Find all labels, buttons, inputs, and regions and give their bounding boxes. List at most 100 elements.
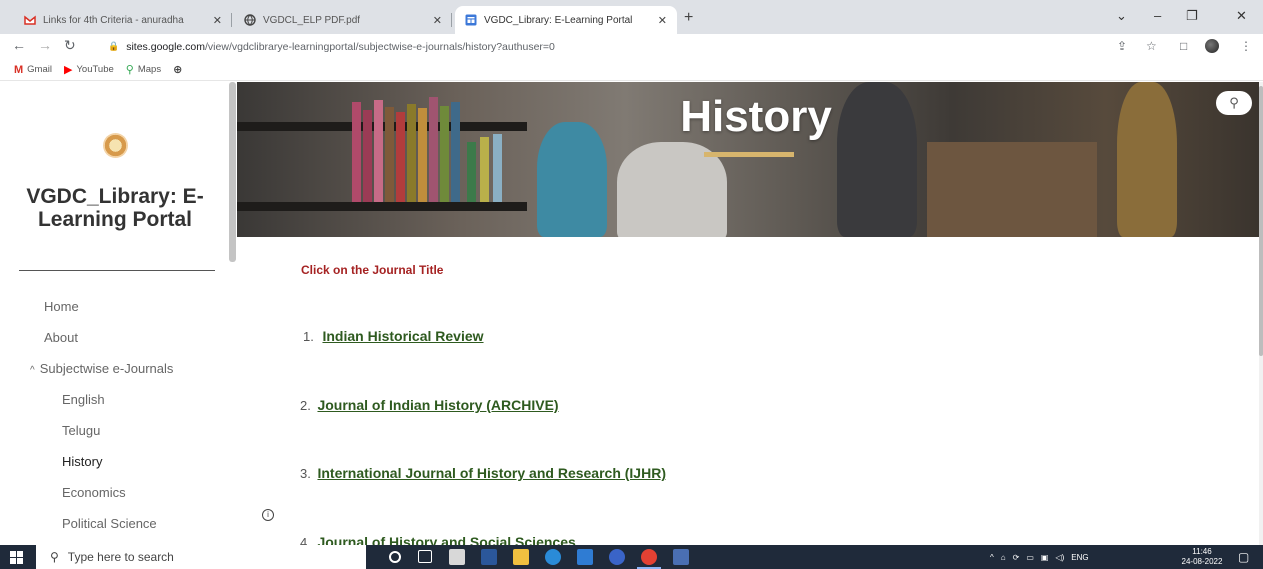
- info-icon[interactable]: i: [262, 509, 274, 521]
- teams-icon[interactable]: [609, 549, 625, 565]
- journal-item: 2. Journal of Indian History (ARCHIVE): [300, 397, 559, 413]
- store-icon[interactable]: [449, 549, 465, 565]
- tab-gmail[interactable]: Links for 4th Criteria - anuradha ✕: [14, 6, 232, 34]
- chevron-up-icon[interactable]: ^: [990, 553, 994, 562]
- language-indicator[interactable]: ENG: [1071, 553, 1088, 562]
- nav-item-economics[interactable]: Economics: [62, 485, 126, 500]
- journal-number: 1.: [303, 329, 314, 344]
- word-icon[interactable]: [481, 549, 497, 565]
- journal-link[interactable]: Indian Historical Review: [322, 328, 483, 344]
- nav-item-home[interactable]: Home: [44, 299, 79, 314]
- back-arrow-icon[interactable]: ←: [12, 37, 26, 53]
- url-host: sites.google.com: [126, 40, 206, 53]
- nav-item-about[interactable]: About: [44, 330, 78, 345]
- tab-e-learning-portal[interactable]: VGDC_Library: E-Learning Portal ✕: [455, 6, 677, 34]
- journal-link[interactable]: Journal of Indian History (ARCHIVE): [317, 397, 558, 413]
- photos-icon[interactable]: [673, 549, 689, 565]
- chrome-icon[interactable]: [637, 549, 661, 569]
- journal-link[interactable]: International Journal of History and Res…: [317, 465, 666, 481]
- search-button[interactable]: ⚲: [1216, 91, 1252, 115]
- journal-number: 2.: [300, 398, 311, 413]
- taskbar-clock[interactable]: 11:46 24-08-2022: [1180, 547, 1224, 567]
- display-icon[interactable]: ▣: [1041, 553, 1049, 562]
- scrollbar-thumb[interactable]: [1259, 86, 1263, 356]
- notification-icon[interactable]: ▢: [1238, 550, 1249, 564]
- hero-banner: History ⚲: [237, 82, 1259, 237]
- close-tab-icon[interactable]: ✕: [213, 14, 222, 27]
- tab-search-chevron-icon[interactable]: ⌄: [1116, 8, 1127, 24]
- menu-kebab-icon[interactable]: ⋮: [1240, 39, 1252, 53]
- windows-start-icon[interactable]: [10, 551, 23, 564]
- bookshelf: [237, 202, 527, 211]
- page-title: History: [680, 92, 832, 141]
- instruction-text: Click on the Journal Title: [301, 263, 444, 277]
- tab-title: Links for 4th Criteria - anuradha: [43, 14, 184, 26]
- nav-item-political-science[interactable]: Political Science: [62, 516, 157, 531]
- tab-title: VGDCL_ELP PDF.pdf: [263, 14, 361, 26]
- clock-date: 24-08-2022: [1181, 557, 1223, 566]
- bookmark-star-icon[interactable]: ☆: [1146, 39, 1157, 53]
- site-title[interactable]: VGDC_Library: E-Learning Portal: [10, 185, 220, 231]
- mail-icon[interactable]: [577, 549, 593, 565]
- taskbar-search-box[interactable]: ⚲ Type here to search: [36, 545, 366, 569]
- profile-avatar[interactable]: [1205, 39, 1219, 53]
- bookmarks-bar: M Gmail ▶ YouTube ⚲ Maps ⊕: [0, 59, 1263, 81]
- cortana-icon[interactable]: [389, 551, 401, 563]
- site-sidebar: VGDC_Library: E-Learning Portal Home Abo…: [0, 82, 237, 545]
- site-logo: [103, 133, 128, 158]
- nav-item-label: Subjectwise e-Journals: [39, 361, 174, 376]
- nav-item-english[interactable]: English: [62, 392, 105, 407]
- close-window-icon[interactable]: ✕: [1236, 8, 1247, 24]
- nav-item-subjectwise-e-journals[interactable]: ^ Subjectwise e-Journals: [30, 361, 173, 376]
- taskbar-search-placeholder: Type here to search: [67, 550, 174, 564]
- new-tab-button[interactable]: +: [684, 9, 693, 27]
- bookmark-label: YouTube: [76, 64, 114, 75]
- browser-toolbar: ← → ↻ 🔒 sites.google.com /view/vgdclibra…: [0, 34, 1263, 59]
- gmail-icon: [24, 15, 36, 25]
- tab-title: VGDC_Library: E-Learning Portal: [484, 14, 633, 26]
- book: [493, 134, 502, 202]
- url-path: /view/vgdclibrarye-learningportal/subjec…: [205, 40, 555, 53]
- maximize-icon[interactable]: ❐: [1186, 8, 1198, 24]
- sidebar-scrollbar[interactable]: [229, 82, 236, 262]
- book: [467, 142, 476, 202]
- tab-pdf[interactable]: VGDCL_ELP PDF.pdf ✕: [234, 6, 452, 34]
- battery-icon[interactable]: ▭: [1026, 553, 1034, 562]
- close-tab-icon[interactable]: ✕: [658, 14, 667, 27]
- reload-icon[interactable]: ↻: [64, 37, 76, 54]
- side-panel-icon[interactable]: □: [1180, 39, 1187, 53]
- close-tab-icon[interactable]: ✕: [433, 14, 442, 27]
- address-bar[interactable]: 🔒 sites.google.com /view/vgdclibrarye-le…: [108, 36, 1108, 57]
- search-icon: ⚲: [1229, 95, 1239, 110]
- bookmark-gmail[interactable]: M Gmail: [14, 64, 52, 76]
- sync-icon[interactable]: ⟳: [1013, 553, 1020, 562]
- page-scrollbar[interactable]: [1259, 82, 1263, 545]
- chevron-up-icon[interactable]: ^: [30, 365, 35, 376]
- bookmark-maps[interactable]: ⚲ Maps: [126, 63, 161, 76]
- edge-icon[interactable]: [545, 549, 561, 565]
- share-icon[interactable]: ⇪: [1117, 39, 1127, 53]
- journal-item: 1. Indian Historical Review: [303, 328, 484, 344]
- maps-pin-icon: ⚲: [125, 64, 134, 76]
- lock-icon: 🔒: [108, 41, 120, 51]
- nav-item-history[interactable]: History: [62, 454, 102, 469]
- bookmark-youtube[interactable]: ▶ YouTube: [64, 63, 114, 76]
- nav-item-telugu[interactable]: Telugu: [62, 423, 100, 438]
- task-view-icon[interactable]: [418, 550, 432, 563]
- forward-arrow-icon[interactable]: →: [38, 37, 52, 53]
- book: [480, 137, 489, 202]
- gmail-icon: M: [14, 63, 24, 76]
- system-tray: ^ ⌂ ⟳ ▭ ▣ ◁) ENG: [990, 545, 1096, 569]
- minimize-icon[interactable]: –: [1154, 8, 1161, 23]
- globe-icon: ⊕: [173, 64, 183, 76]
- google-sites-icon: [465, 14, 477, 26]
- file-explorer-icon[interactable]: [513, 549, 529, 565]
- globe-icon: [244, 14, 256, 26]
- bookmark-globe[interactable]: ⊕: [173, 63, 186, 76]
- bookmark-label: Maps: [137, 64, 162, 75]
- clock-time: 11:46: [1192, 547, 1212, 556]
- network-icon[interactable]: ⌂: [1001, 553, 1006, 562]
- search-icon: ⚲: [50, 550, 59, 564]
- volume-icon[interactable]: ◁): [1055, 553, 1064, 562]
- browser-tab-strip: Links for 4th Criteria - anuradha ✕ VGDC…: [0, 0, 1263, 34]
